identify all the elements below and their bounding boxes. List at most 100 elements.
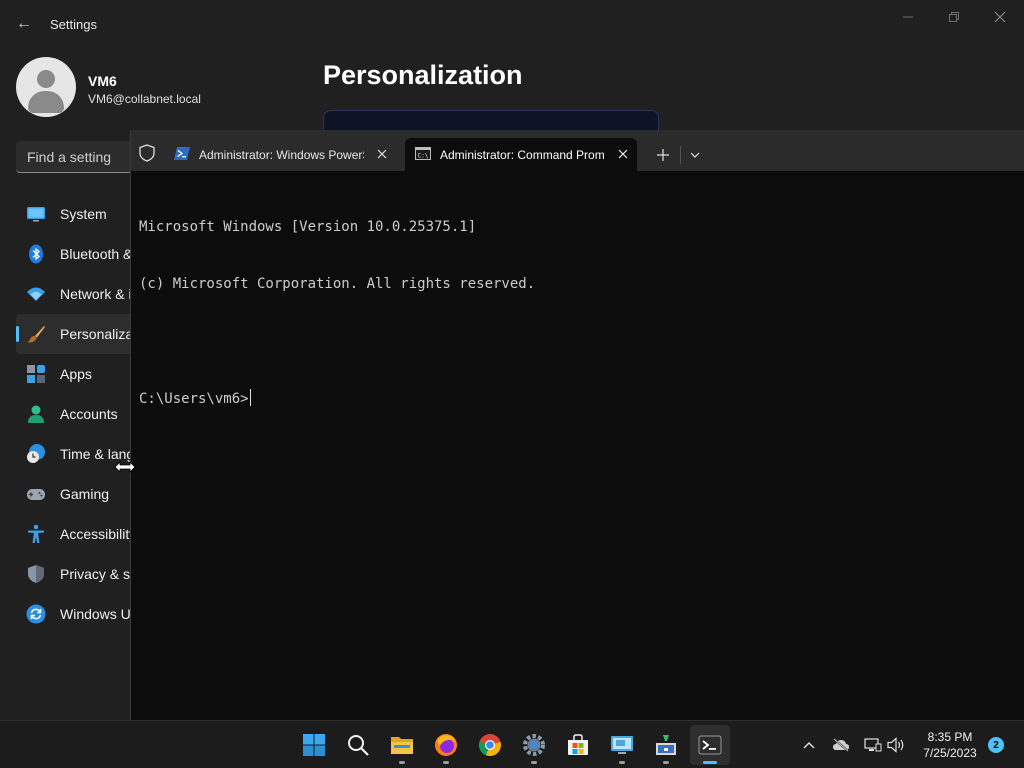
- accessibility-icon: [28, 524, 44, 543]
- sidebar-item-label: Personalization: [60, 326, 130, 342]
- tab-separator: [680, 146, 681, 164]
- sidebar-item-label: Network & internet: [60, 286, 130, 302]
- settings-search-input[interactable]: [16, 141, 136, 172]
- console-prompt-line: C:\Users\vm6>: [139, 389, 535, 408]
- sidebar-item-label: Privacy & security: [60, 566, 130, 582]
- close-button[interactable]: [980, 6, 1020, 28]
- terminal-tab-bar: Administrator: Windows PowerShell C:\ Ad…: [131, 130, 1024, 171]
- sidebar-item-time-language[interactable]: Time & language: [16, 434, 130, 474]
- new-tab-button[interactable]: [651, 145, 675, 165]
- sidebar-item-personalization[interactable]: Personalization: [16, 314, 130, 354]
- running-indicator: [619, 761, 625, 764]
- apps-icon: [27, 365, 45, 383]
- console-output[interactable]: Microsoft Windows [Version 10.0.25375.1]…: [139, 180, 535, 446]
- clock-globe-icon: [27, 444, 45, 463]
- tab-label: Administrator: Windows PowerShell: [199, 148, 364, 162]
- avatar-head-icon: [37, 70, 55, 88]
- settings-titlebar: ← Settings: [0, 0, 1024, 48]
- taskbar-store[interactable]: [558, 725, 598, 765]
- running-indicator: [531, 761, 537, 764]
- settings-app-title: Settings: [50, 17, 97, 32]
- onedrive-tray-button[interactable]: [829, 733, 853, 757]
- clock-date: 7/25/2023: [923, 746, 977, 760]
- taskbar-file-explorer[interactable]: [382, 725, 422, 765]
- sidebar-item-accessibility[interactable]: Accessibility: [16, 514, 130, 554]
- taskbar-chrome[interactable]: [470, 725, 510, 765]
- terminal-icon: [698, 735, 722, 755]
- console-line: Microsoft Windows [Version 10.0.25375.1]: [139, 219, 477, 235]
- console-line: (c) Microsoft Corporation. All rights re…: [139, 276, 536, 292]
- restore-button[interactable]: [934, 6, 974, 28]
- running-indicator: [663, 761, 669, 764]
- svg-text:C:\: C:\: [418, 153, 429, 160]
- store-icon: [568, 734, 588, 755]
- person-icon: [28, 405, 44, 423]
- taskbar-search-button[interactable]: [338, 725, 378, 765]
- sync-icon: [26, 604, 46, 624]
- user-name: VM6: [88, 73, 117, 89]
- minimize-button[interactable]: [888, 6, 928, 28]
- resize-cursor-icon: [114, 461, 136, 473]
- sidebar-item-label: Accessibility: [60, 526, 130, 542]
- page-title: Personalization: [323, 60, 523, 90]
- running-indicator: [443, 761, 449, 764]
- notification-badge[interactable]: 2: [988, 737, 1004, 753]
- sidebar-item-bluetooth[interactable]: Bluetooth & devices: [16, 234, 130, 274]
- running-indicator: [703, 761, 717, 764]
- wifi-icon: [27, 287, 45, 301]
- sidebar-item-privacy[interactable]: Privacy & security: [16, 554, 130, 594]
- shield-icon: [28, 565, 44, 583]
- tab-close-button[interactable]: [371, 144, 393, 164]
- taskbar-firefox[interactable]: [426, 725, 466, 765]
- tab-powershell[interactable]: Administrator: Windows PowerShell: [164, 138, 401, 171]
- avatar-body-icon: [28, 91, 64, 113]
- desktop: ← Settings VM6 VM6@collabnet.local Find …: [0, 0, 1024, 768]
- network-tray-button[interactable]: [861, 733, 885, 757]
- restore-icon: [949, 12, 959, 22]
- sidebar-item-system[interactable]: System: [16, 194, 130, 234]
- sidebar-item-label: Gaming: [60, 486, 110, 502]
- sidebar-item-network[interactable]: Network & internet: [16, 274, 130, 314]
- plus-icon: [657, 149, 669, 161]
- tab-command-prompt[interactable]: C:\ Administrator: Command Prompt: [405, 138, 637, 171]
- settings-nav: System Bluetooth & devices Network & int…: [16, 194, 130, 634]
- tab-close-button[interactable]: [612, 144, 634, 164]
- sidebar-item-windows-update[interactable]: Windows Update: [16, 594, 130, 634]
- console-prompt: C:\Users\vm6>: [139, 391, 249, 407]
- volume-icon: [887, 737, 904, 753]
- file-explorer-icon: [391, 737, 413, 754]
- sidebar-item-label: Accounts: [60, 406, 118, 422]
- chevron-down-icon: [690, 152, 700, 158]
- taskbar-settings[interactable]: [514, 725, 554, 765]
- taskbar-network-tool[interactable]: [646, 725, 686, 765]
- sidebar-item-gaming[interactable]: Gaming: [16, 474, 130, 514]
- taskbar-terminal[interactable]: [690, 725, 730, 765]
- bluetooth-icon: [29, 244, 43, 264]
- sidebar-item-accounts[interactable]: Accounts: [16, 394, 130, 434]
- gamepad-icon: [27, 489, 45, 500]
- volume-tray-button[interactable]: [884, 733, 908, 757]
- sidebar-item-apps[interactable]: Apps: [16, 354, 130, 394]
- taskbar: 8:35 PM 7/25/2023 2: [0, 720, 1024, 768]
- remote-desktop-icon: [611, 736, 633, 754]
- sidebar-item-label: Apps: [60, 366, 92, 382]
- chrome-icon: [478, 734, 501, 757]
- network-tool-icon: [656, 735, 676, 755]
- taskbar-clock[interactable]: 8:35 PM 7/25/2023: [918, 729, 982, 761]
- settings-search-box[interactable]: [16, 141, 136, 173]
- clock-time: 8:35 PM: [927, 730, 973, 744]
- start-button[interactable]: [294, 725, 334, 765]
- taskbar-remote-desktop[interactable]: [602, 725, 642, 765]
- show-hidden-icons-button[interactable]: [797, 733, 821, 757]
- paintbrush-icon: [27, 326, 45, 343]
- search-icon: [348, 735, 369, 756]
- back-button[interactable]: ←: [12, 10, 36, 38]
- close-icon: [618, 149, 628, 159]
- monitor-icon: [27, 207, 45, 222]
- minimize-icon: [903, 16, 913, 18]
- firefox-icon: [435, 734, 457, 756]
- cloud-offline-icon: [833, 738, 849, 752]
- tab-dropdown-button[interactable]: [685, 145, 705, 165]
- admin-shield-icon: [139, 144, 155, 162]
